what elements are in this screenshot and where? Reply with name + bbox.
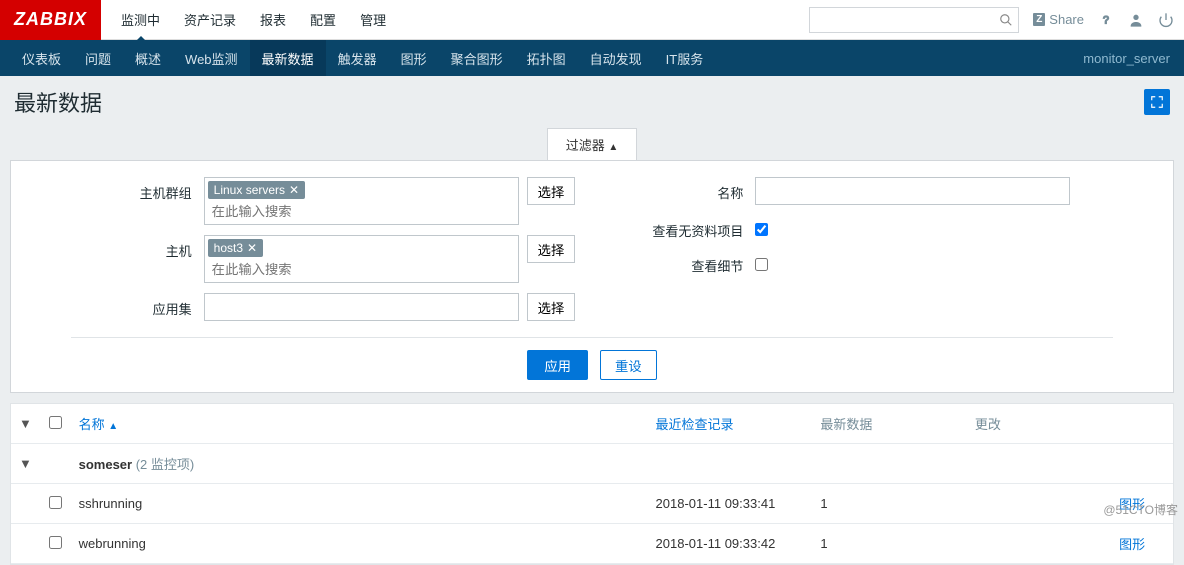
share-link[interactable]: Z Share (1033, 12, 1084, 27)
table-row: sshrunning 2018-01-11 09:33:41 1 图形 (11, 484, 1173, 524)
apply-button[interactable]: 应用 (527, 350, 588, 380)
subnav-overview[interactable]: 概述 (123, 40, 173, 76)
subnav-dashboard[interactable]: 仪表板 (10, 40, 73, 76)
hostgroup-label: 主机群组 (114, 177, 204, 202)
help-icon[interactable]: ? (1098, 12, 1114, 28)
host-tag-label: host3 (214, 241, 243, 255)
data-table: ▼ 名称 ▲ 最近检查记录 最新数据 更改 ▼ someser (11, 404, 1173, 564)
caret-up-icon: ▲ (608, 142, 618, 153)
filter-panel: 主机群组 Linux servers ✕ 选择 主机 (10, 160, 1174, 393)
subnav-web[interactable]: Web监测 (173, 40, 250, 76)
reset-button[interactable]: 重设 (600, 350, 657, 380)
topmenu-admin[interactable]: 管理 (348, 0, 398, 40)
filter-tab-label: 过滤器 (566, 138, 605, 153)
table-row: webrunning 2018-01-11 09:33:42 1 图形 (11, 524, 1173, 564)
application-select-button[interactable]: 选择 (527, 293, 576, 321)
item-lastcheck: 2018-01-11 09:33:41 (648, 484, 813, 524)
watermark: @51CTO博客 (1103, 501, 1178, 518)
topmenu-reports[interactable]: 报表 (248, 0, 298, 40)
host-select-button[interactable]: 选择 (527, 235, 576, 263)
page-header: 最新数据 (0, 76, 1184, 128)
sort-asc-icon: ▲ (108, 421, 118, 432)
data-table-wrap: ▼ 名称 ▲ 最近检查记录 最新数据 更改 ▼ someser (10, 403, 1174, 565)
col-name-label: 名称 (79, 417, 105, 432)
filter-tab-wrap: 过滤器 ▲ (0, 128, 1184, 160)
col-lastdata-header: 最新数据 (820, 417, 872, 432)
expand-all-icon[interactable]: ▼ (19, 416, 32, 431)
subnav: 仪表板 问题 概述 Web监测 最新数据 触发器 图形 聚合图形 拓扑图 自动发… (0, 40, 1184, 76)
page-title: 最新数据 (14, 86, 102, 118)
col-change-header: 更改 (975, 417, 1001, 432)
show-nodata-label: 查看无资料项目 (645, 215, 755, 240)
table-group-row: ▼ someser (2 监控项) (11, 444, 1173, 484)
hostgroup-tag-remove-icon[interactable]: ✕ (289, 183, 299, 197)
subnav-latestdata[interactable]: 最新数据 (250, 40, 326, 76)
subnav-discovery[interactable]: 自动发现 (578, 40, 654, 76)
item-lastdata: 1 (812, 524, 967, 564)
show-details-label: 查看细节 (645, 250, 755, 275)
share-z-icon: Z (1033, 13, 1045, 26)
topbar-right: Z Share ? (809, 7, 1174, 33)
name-input[interactable] (755, 177, 1070, 205)
top-menu: 监测中 资产记录 报表 配置 管理 (109, 0, 398, 40)
breadcrumb-host[interactable]: monitor_server (1083, 51, 1184, 66)
select-all-checkbox[interactable] (49, 416, 62, 429)
item-name: webrunning (71, 524, 648, 564)
topmenu-inventory[interactable]: 资产记录 (172, 0, 248, 40)
power-icon[interactable] (1158, 12, 1174, 28)
group-expand-icon[interactable]: ▼ (19, 456, 32, 471)
host-label: 主机 (114, 235, 204, 260)
group-count: (2 监控项) (136, 457, 195, 472)
row-checkbox[interactable] (49, 496, 62, 509)
col-name-header[interactable]: 名称 ▲ (79, 417, 119, 432)
host-search-input[interactable] (208, 260, 515, 279)
item-change (967, 484, 1111, 524)
item-change (967, 524, 1111, 564)
hostgroup-select-button[interactable]: 选择 (527, 177, 576, 205)
subnav-problems[interactable]: 问题 (73, 40, 123, 76)
share-label: Share (1049, 12, 1084, 27)
subnav-maps[interactable]: 拓扑图 (515, 40, 578, 76)
fullscreen-icon (1150, 95, 1164, 109)
user-icon[interactable] (1128, 12, 1144, 28)
col-lastcheck-header[interactable]: 最近检查记录 (656, 417, 734, 432)
item-name: sshrunning (71, 484, 648, 524)
topbar: ZABBIX 监测中 资产记录 报表 配置 管理 Z Share ? (0, 0, 1184, 40)
item-lastcheck: 2018-01-11 09:33:42 (648, 524, 813, 564)
graph-link[interactable]: 图形 (1119, 537, 1145, 552)
hostgroup-tag: Linux servers ✕ (208, 181, 305, 199)
application-label: 应用集 (114, 293, 204, 318)
search-icon[interactable] (999, 13, 1013, 27)
name-label: 名称 (645, 177, 755, 202)
subnav-triggers[interactable]: 触发器 (326, 40, 389, 76)
show-details-checkbox[interactable] (755, 258, 768, 271)
subnav-screens[interactable]: 聚合图形 (439, 40, 515, 76)
host-input[interactable]: host3 ✕ (204, 235, 519, 283)
svg-text:?: ? (1103, 14, 1109, 26)
hostgroup-tag-label: Linux servers (214, 183, 285, 197)
filter-toggle[interactable]: 过滤器 ▲ (547, 128, 638, 160)
fullscreen-button[interactable] (1144, 89, 1170, 115)
group-name: someser (79, 457, 132, 472)
host-tag: host3 ✕ (208, 239, 263, 257)
subnav-graphs[interactable]: 图形 (389, 40, 439, 76)
host-tag-remove-icon[interactable]: ✕ (247, 241, 257, 255)
topmenu-monitoring[interactable]: 监测中 (109, 0, 172, 40)
row-checkbox[interactable] (49, 536, 62, 549)
logo[interactable]: ZABBIX (0, 0, 101, 40)
subnav-itservices[interactable]: IT服务 (654, 40, 716, 76)
show-nodata-checkbox[interactable] (755, 223, 768, 236)
search-input[interactable] (809, 7, 1019, 33)
application-input[interactable] (204, 293, 519, 321)
item-lastdata: 1 (812, 484, 967, 524)
topmenu-configuration[interactable]: 配置 (298, 0, 348, 40)
hostgroup-input[interactable]: Linux servers ✕ (204, 177, 519, 225)
hostgroup-search-input[interactable] (208, 202, 515, 221)
